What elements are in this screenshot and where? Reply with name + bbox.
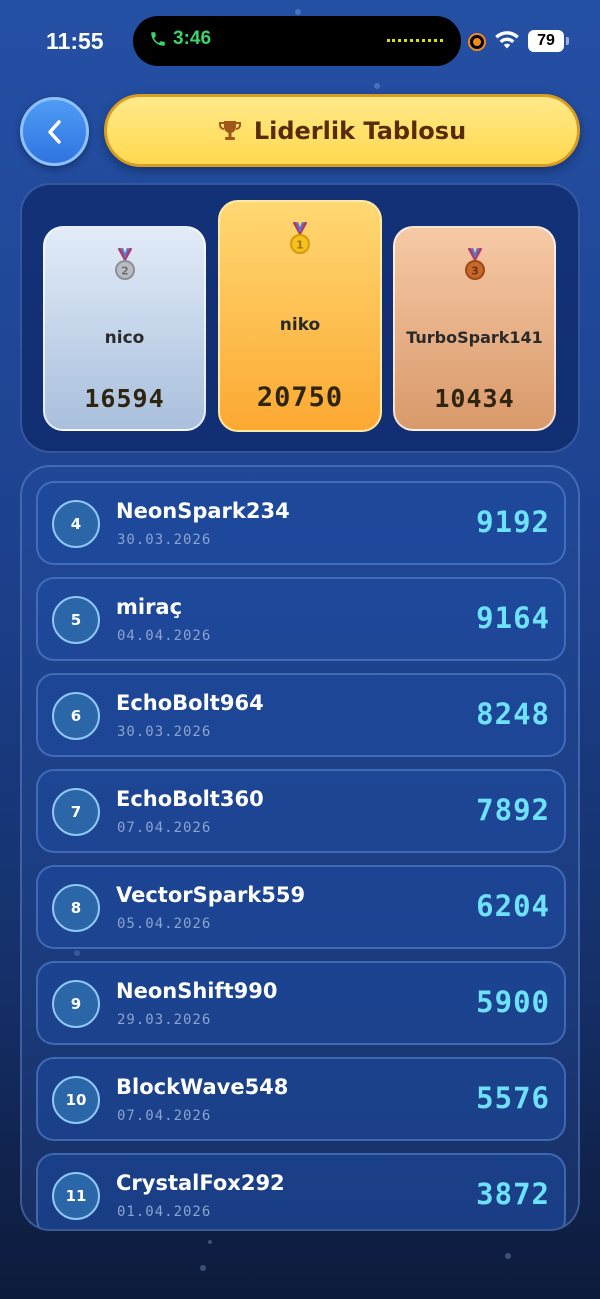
background-star (208, 1240, 212, 1244)
leaderboard-title-banner: Liderlik Tablosu (104, 94, 580, 167)
trophy-icon (218, 120, 241, 140)
player-name: NeonSpark234 (116, 499, 290, 523)
player-date: 30.03.2026 (117, 724, 212, 740)
player-name: BlockWave548 (116, 1075, 289, 1099)
player-name: EchoBolt964 (116, 691, 264, 715)
audio-waveform-icon (387, 39, 443, 43)
leaderboard-row[interactable]: 11 CrystalFox292 01.04.2026 3872 (36, 1153, 566, 1229)
rank-badge: 11 (52, 1172, 100, 1220)
leaderboard-row[interactable]: 9 NeonShift990 29.03.2026 5900 (36, 961, 566, 1045)
leaderboard-row[interactable]: 4 NeonSpark234 30.03.2026 9192 (36, 481, 566, 565)
phone-icon (151, 32, 165, 46)
player-name: NeonShift990 (116, 979, 278, 1003)
call-duration: 3:46 (173, 28, 212, 49)
player-score: 5900 (476, 985, 550, 1019)
rank-badge: 10 (52, 1076, 100, 1124)
podium-name-third: TurboSpark141 (406, 328, 543, 347)
leaderboard-row[interactable]: 8 VectorSpark559 05.04.2026 6204 (36, 865, 566, 949)
player-score: 6204 (476, 889, 550, 923)
dynamic-island[interactable]: 3:46 (133, 16, 461, 66)
bronze-medal-icon: 3 (464, 248, 485, 280)
podium-name-first: niko (279, 315, 321, 335)
player-score: 3872 (476, 1177, 550, 1211)
player-date: 07.04.2026 (117, 1108, 212, 1124)
podium-score-second: 16594 (84, 384, 165, 413)
player-date: 07.04.2026 (117, 820, 212, 836)
player-name: miraç (116, 595, 183, 619)
status-clock: 11:55 (46, 28, 104, 54)
player-score: 9192 (476, 505, 550, 539)
player-date: 01.04.2026 (117, 1204, 212, 1220)
player-score: 5576 (476, 1081, 550, 1115)
player-date: 04.04.2026 (117, 628, 212, 644)
battery-indicator: 79 (528, 30, 569, 52)
background-star (505, 1253, 511, 1259)
leaderboard-row[interactable]: 6 EchoBolt964 30.03.2026 8248 (36, 673, 566, 757)
leaderboard-list[interactable]: 4 NeonSpark234 30.03.2026 9192 5 miraç 0… (20, 465, 580, 1231)
leaderboard-row[interactable]: 7 EchoBolt360 07.04.2026 7892 (36, 769, 566, 853)
rank-badge: 7 (52, 788, 100, 836)
player-date: 30.03.2026 (117, 532, 212, 548)
page-title: Liderlik Tablosu (253, 116, 467, 145)
back-button[interactable] (20, 97, 89, 166)
player-date: 29.03.2026 (117, 1012, 212, 1028)
podium-card-first[interactable]: 1 niko 20750 (218, 200, 382, 432)
recording-indicator-icon (470, 35, 484, 49)
wifi-icon (495, 31, 519, 49)
player-name: CrystalFox292 (116, 1171, 285, 1195)
player-score: 8248 (476, 697, 550, 731)
player-score: 9164 (476, 601, 550, 635)
podium-card-second[interactable]: 2 nico 16594 (43, 226, 206, 431)
podium-name-second: nico (104, 328, 145, 348)
gold-medal-icon: 1 (290, 222, 310, 254)
chevron-left-icon (47, 119, 61, 144)
svg-text:1: 1 (296, 239, 304, 252)
call-indicator: 3:46 (149, 28, 211, 50)
rank-badge: 9 (52, 980, 100, 1028)
rank-badge: 8 (52, 884, 100, 932)
status-bar: 11:55 3:46 79 (0, 0, 600, 84)
leaderboard-row[interactable]: 10 BlockWave548 07.04.2026 5576 (36, 1057, 566, 1141)
svg-text:2: 2 (121, 265, 129, 278)
podium-score-first: 20750 (256, 382, 344, 413)
player-name: EchoBolt360 (116, 787, 264, 811)
silver-medal-icon: 2 (114, 248, 135, 280)
background-star (200, 1265, 206, 1271)
rank-badge: 6 (52, 692, 100, 740)
player-date: 05.04.2026 (117, 916, 212, 932)
podium-card-third[interactable]: 3 TurboSpark141 10434 (393, 226, 556, 431)
rank-badge: 5 (52, 596, 100, 644)
player-name: VectorSpark559 (116, 883, 306, 907)
podium-score-third: 10434 (434, 384, 515, 413)
player-score: 7892 (476, 793, 550, 827)
rank-badge: 4 (52, 500, 100, 548)
leaderboard-row[interactable]: 5 miraç 04.04.2026 9164 (36, 577, 566, 661)
svg-text:3: 3 (471, 265, 479, 278)
